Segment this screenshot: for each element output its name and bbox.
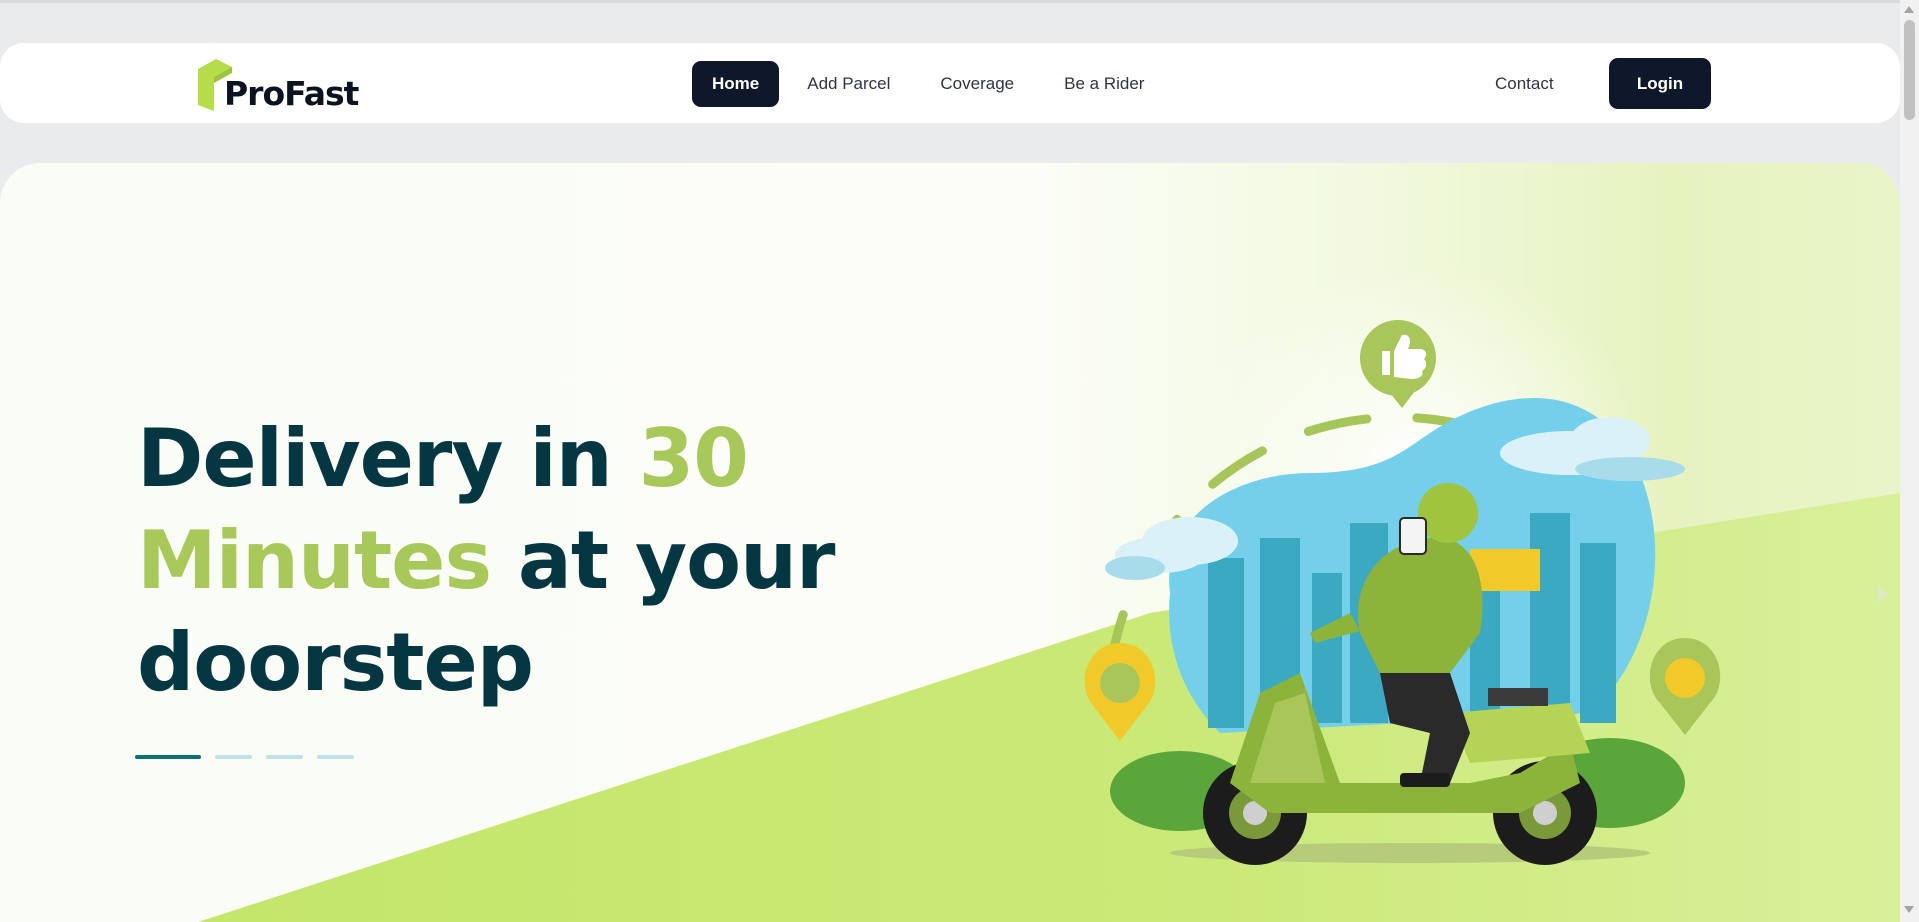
carousel-next-arrow-icon[interactable] [1878,585,1887,603]
hero-banner: Delivery in 30 Minutes at your doorstep [0,163,1900,922]
headline-text-3: doorstep [137,616,534,709]
login-button[interactable]: Login [1609,58,1711,109]
nav-add-parcel[interactable]: Add Parcel [785,61,912,107]
main-nav: Home Add Parcel Coverage Be a Rider [692,61,1166,107]
carousel-dot-1[interactable] [135,755,201,759]
carousel-dot-2[interactable] [215,755,252,759]
headline-accent-minutes: Minutes [137,514,492,607]
hero-headline: Delivery in 30 Minutes at your doorstep [137,408,897,714]
headline-text-2: at your [491,514,836,607]
page-scrollbar[interactable] [1900,0,1919,922]
browser-viewport: ProFast Home Add Parcel Coverage Be a Ri… [0,0,1900,922]
carousel-dot-4[interactable] [317,755,354,759]
scrollbar-thumb[interactable] [1904,20,1915,120]
brand-logo[interactable]: ProFast [196,55,359,113]
navbar: ProFast Home Add Parcel Coverage Be a Ri… [0,43,1900,123]
carousel-indicators [135,755,354,759]
brand-name: ProFast [224,74,359,113]
headline-accent-30: 30 [638,412,749,505]
carousel-dot-3[interactable] [266,755,303,759]
delivery-rider-illustration [1084,320,1721,865]
scroll-up-arrow-icon[interactable] [1904,6,1914,13]
nav-be-a-rider[interactable]: Be a Rider [1042,61,1166,107]
nav-contact[interactable]: Contact [1495,61,1554,107]
top-divider [0,0,1900,3]
scroll-down-arrow-icon[interactable] [1904,906,1914,913]
nav-coverage[interactable]: Coverage [918,61,1036,107]
headline-text-1: Delivery in [137,412,639,505]
nav-home[interactable]: Home [692,61,780,107]
